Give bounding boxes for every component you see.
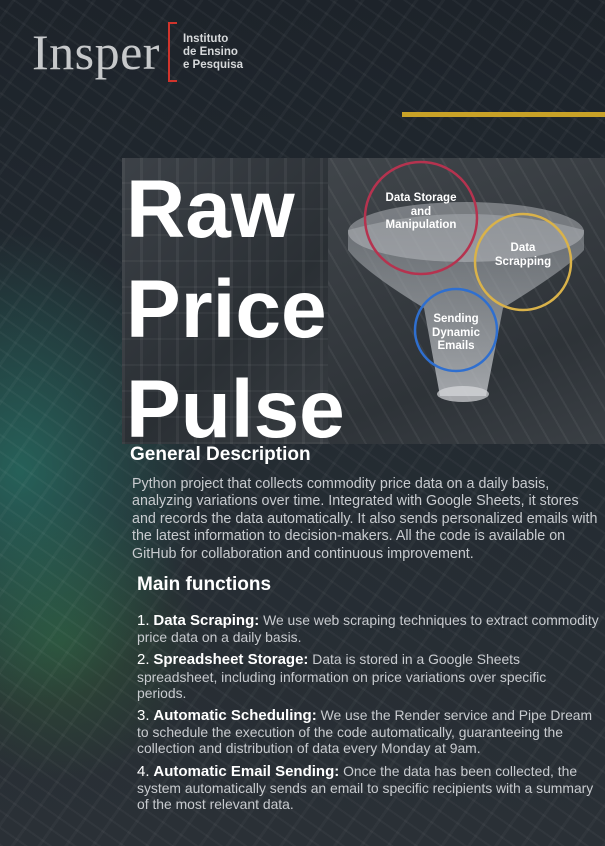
list-item: 3. Automatic Scheduling: We use the Rend… bbox=[137, 707, 599, 757]
insper-logo: Insper Instituto de Ensino e Pesquisa bbox=[32, 22, 243, 82]
item-number: 1. bbox=[137, 612, 150, 629]
functions-list: 1. Data Scraping: We use web scraping te… bbox=[137, 612, 599, 818]
logo-wordmark: Insper bbox=[32, 24, 160, 80]
item-number: 2. bbox=[137, 651, 150, 669]
logo-subtitle-line: e Pesquisa bbox=[182, 58, 244, 71]
item-name: Data Scraping: bbox=[153, 612, 260, 629]
label-sending-emails: Sending Dynamic Emails bbox=[432, 313, 480, 352]
label-data-storage: Data Storage and Manipulation bbox=[385, 192, 457, 231]
list-item: 1. Data Scraping: We use web scraping te… bbox=[137, 612, 599, 645]
item-number: 3. bbox=[137, 707, 150, 725]
page-title: Raw Price Pulse bbox=[126, 160, 345, 460]
logo-subtitle-line: Instituto bbox=[182, 32, 229, 45]
list-item: 4. Automatic Email Sending: Once the dat… bbox=[137, 763, 599, 813]
general-description: Python project that collects commodity p… bbox=[132, 476, 598, 562]
general-description-heading: General Description bbox=[130, 444, 311, 465]
item-name: Automatic Scheduling: bbox=[153, 707, 317, 725]
item-name: Spreadsheet Storage: bbox=[153, 651, 309, 669]
list-item: 2. Spreadsheet Storage: Data is stored i… bbox=[137, 651, 599, 701]
item-number: 4. bbox=[137, 762, 150, 780]
label-data-scrapping: Data Scrapping bbox=[494, 242, 552, 268]
item-name: Automatic Email Sending: bbox=[153, 762, 340, 780]
logo-bracket bbox=[167, 22, 177, 82]
logo-subtitle-line: de Ensino bbox=[182, 45, 238, 58]
title-line: Raw bbox=[126, 164, 295, 255]
title-line: Price bbox=[126, 264, 327, 355]
gold-accent-line-top bbox=[402, 112, 605, 117]
funnel-bottom-rim bbox=[437, 386, 489, 402]
logo-subtitle: Instituto de Ensino e Pesquisa bbox=[183, 33, 243, 72]
funnel-diagram: Data Storage and Manipulation Data Scrap… bbox=[328, 158, 605, 444]
main-functions-heading: Main functions bbox=[137, 574, 272, 595]
